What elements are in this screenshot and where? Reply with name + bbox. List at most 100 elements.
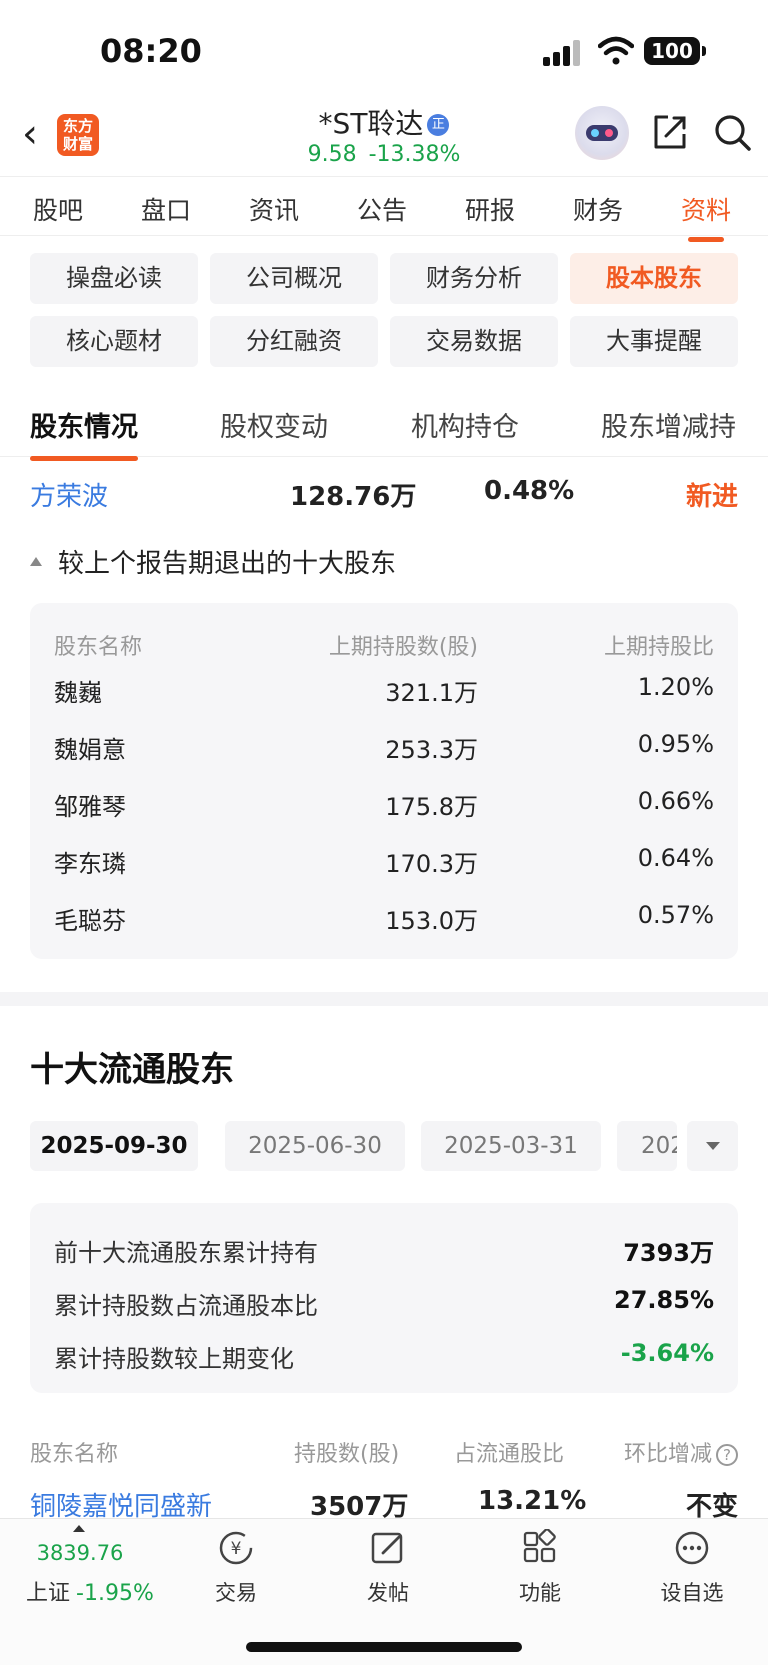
nav-functions[interactable]: 功能 — [485, 1528, 595, 1607]
row-shares: 170.3万 — [385, 850, 478, 878]
summary-label: 累计持股数较上期变化 — [54, 1345, 294, 1373]
header-holder-name: 股东名称 — [30, 1442, 119, 1467]
margin-badge-icon: 正 — [427, 114, 450, 136]
header-float-pct: 占流通股比 — [454, 1442, 565, 1467]
status-bar: 08:20 100 — [0, 0, 768, 100]
summary-label: 累计持股数占流通股本比 — [54, 1292, 318, 1320]
index-ticker[interactable]: 上证 -1.95% — [26, 1575, 154, 1607]
sub-company-overview[interactable]: 公司概况 — [210, 253, 378, 304]
tab-equity-changes[interactable]: 股权变动 — [220, 405, 328, 444]
sub-dividends[interactable]: 分红融资 — [210, 316, 378, 367]
share-icon[interactable] — [650, 112, 690, 152]
nav-label: 发帖 — [367, 1581, 409, 1605]
shareholder-section-tabs: 股东情况 股权变动 机构持仓 股东增减持 — [0, 395, 768, 461]
header-change: 环比增减? — [624, 1436, 738, 1468]
row-shares: 321.1万 — [385, 679, 478, 707]
float-holders-title: 十大流通股东 — [30, 1050, 234, 1090]
status-time: 08:20 — [100, 32, 202, 70]
stock-name: *ST聆达 — [318, 107, 424, 140]
svg-text:¥: ¥ — [231, 1539, 242, 1559]
sub-financial-analysis[interactable]: 财务分析 — [390, 253, 558, 304]
tab-shareholder-status[interactable]: 股东情况 — [30, 405, 138, 461]
sub-shareholders[interactable]: 股本股东 — [570, 253, 738, 304]
tab-finance[interactable]: 财务 — [573, 191, 623, 227]
summary-row: 累计持股数较上期变化 -3.64% — [54, 1339, 714, 1375]
ai-assistant-icon[interactable] — [575, 106, 629, 160]
holder-status: 新进 — [685, 482, 738, 512]
tab-guba[interactable]: 股吧 — [33, 191, 83, 227]
row-pct: 0.66% — [637, 787, 714, 815]
date-dropdown-chevron-down-icon[interactable] — [687, 1121, 738, 1171]
summary-value: -3.64% — [620, 1339, 714, 1367]
tab-institutional-holdings[interactable]: 机构持仓 — [411, 405, 519, 444]
table-row: 铜陵嘉悦同盛新 3507万 13.21% 不变 — [30, 1486, 738, 1522]
home-indicator[interactable] — [246, 1642, 522, 1652]
header-change-label: 环比增减 — [623, 1442, 712, 1467]
row-pct: 0.57% — [637, 901, 714, 929]
search-icon[interactable] — [712, 112, 752, 152]
nav-post[interactable]: 发帖 — [333, 1529, 443, 1607]
row-name: 魏巍 — [54, 679, 102, 707]
table-row: 邹雅琴 175.8万 0.66% — [54, 787, 714, 821]
expand-up-icon[interactable] — [73, 1525, 85, 1532]
summary-value: 7393万 — [623, 1239, 714, 1267]
row-name: 邹雅琴 — [54, 793, 126, 821]
float-table-header: 股东名称 持股数(股) 占流通股比 环比增减? — [30, 1436, 738, 1468]
sub-trading-data[interactable]: 交易数据 — [390, 316, 558, 367]
more-dots-icon — [675, 1531, 709, 1565]
exit-table-header: 股东名称 上期持股数(股) 上期持股比 — [54, 629, 714, 663]
exit-holders-toggle[interactable]: 较上个报告期退出的十大股东 — [30, 543, 396, 580]
collapse-triangle-icon — [30, 557, 42, 566]
holder-float-pct: 13.21% — [478, 1486, 587, 1516]
yen-coin-icon: ¥ — [219, 1531, 253, 1565]
exit-holders-table: 股东名称 上期持股数(股) 上期持股比 魏巍 321.1万 1.20% 魏娟意 … — [30, 603, 738, 959]
header-prev-pct: 上期持股比 — [603, 635, 714, 660]
new-holder-row: 方荣波 128.76万 0.48% 新进 — [30, 476, 738, 516]
exit-holders-label: 较上个报告期退出的十大股东 — [58, 549, 397, 579]
date-chip[interactable]: 2025-09-30 — [30, 1121, 198, 1171]
row-name: 毛聪芬 — [54, 907, 126, 935]
date-chip[interactable]: 202 — [617, 1121, 677, 1171]
sub-events[interactable]: 大事提醒 — [570, 316, 738, 367]
row-name: 李东璘 — [54, 850, 126, 878]
main-tabs: 股吧 盘口 资讯 公告 研报 财务 资料 — [0, 176, 768, 242]
table-row: 魏娟意 253.3万 0.95% — [54, 730, 714, 764]
table-row: 毛聪芬 153.0万 0.57% — [54, 901, 714, 935]
grid-apps-icon — [523, 1528, 556, 1563]
tab-holder-changes[interactable]: 股东增减持 — [601, 405, 736, 444]
cellular-signal-icon — [543, 40, 583, 66]
summary-value: 27.85% — [614, 1286, 714, 1314]
wifi-icon — [598, 36, 634, 65]
row-pct: 0.64% — [637, 844, 714, 872]
stock-change: -13.38% — [368, 142, 461, 167]
date-chip[interactable]: 2025-06-30 — [225, 1121, 405, 1171]
edit-icon — [371, 1532, 403, 1564]
help-icon[interactable]: ? — [716, 1444, 738, 1466]
index-name: 上证 — [26, 1581, 71, 1606]
summary-label: 前十大流通股东累计持有 — [54, 1239, 318, 1267]
table-row: 李东璘 170.3万 0.64% — [54, 844, 714, 878]
sub-trading-guide[interactable]: 操盘必读 — [30, 253, 198, 304]
tab-pankou[interactable]: 盘口 — [141, 191, 191, 227]
header-holder-name: 股东名称 — [54, 635, 143, 660]
nav-watchlist[interactable]: 设自选 — [637, 1529, 747, 1607]
nav-trade[interactable]: ¥ 交易 — [181, 1529, 291, 1607]
row-shares: 175.8万 — [385, 793, 478, 821]
section-divider — [0, 992, 768, 1006]
summary-row: 前十大流通股东累计持有 7393万 — [54, 1233, 714, 1269]
tab-profile[interactable]: 资料 — [681, 191, 731, 242]
holder-name-link[interactable]: 方荣波 — [30, 476, 108, 513]
sub-core-themes[interactable]: 核心题材 — [30, 316, 198, 367]
index-change: -1.95% — [76, 1581, 154, 1606]
row-pct: 1.20% — [637, 673, 714, 701]
holder-shares: 128.76万 — [290, 482, 417, 512]
nav-label: 功能 — [519, 1581, 561, 1605]
tab-news[interactable]: 资讯 — [249, 191, 299, 227]
date-chip[interactable]: 2025-03-31 — [421, 1121, 601, 1171]
row-name: 魏娟意 — [54, 736, 126, 764]
nav-label: 设自选 — [660, 1581, 724, 1605]
tab-announcements[interactable]: 公告 — [357, 191, 407, 227]
tab-research[interactable]: 研报 — [465, 191, 515, 227]
row-pct: 0.95% — [637, 730, 714, 758]
nav-label: 交易 — [215, 1581, 257, 1605]
